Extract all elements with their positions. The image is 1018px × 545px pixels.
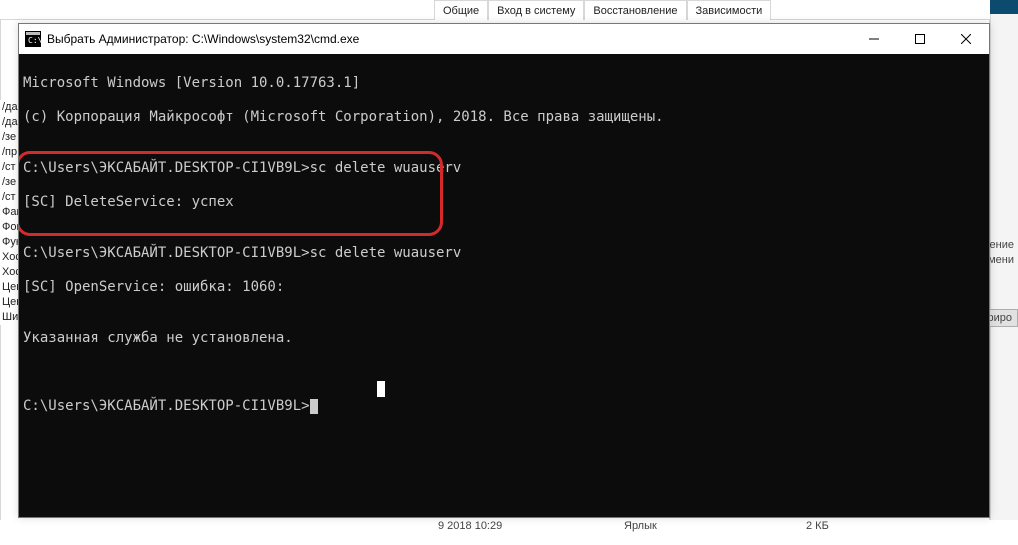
mouse-cursor-block: [377, 381, 385, 397]
tab-logon[interactable]: Вход в систему: [488, 0, 584, 20]
svg-text:C:\: C:\: [28, 36, 41, 45]
explorer-status-row: 9 2018 10:29 Ярлык 2 КБ: [0, 520, 1018, 542]
minimize-button[interactable]: [851, 24, 897, 54]
tab-dependencies[interactable]: Зависимости: [687, 0, 772, 20]
background-tabs: Общие Вход в систему Восстановление Зави…: [434, 0, 771, 20]
terminal-line: C:\Users\ЭКСАБАЙТ.DESKTOP-CI1VB9L>sc del…: [23, 160, 989, 177]
file-size: 2 КБ: [806, 520, 829, 532]
terminal-area[interactable]: Microsoft Windows [Version 10.0.17763.1]…: [19, 54, 989, 517]
terminal-line: C:\Users\ЭКСАБАЙТ.DESKTOP-CI1VB9L>sc del…: [23, 245, 989, 262]
terminal-line: [SC] DeleteService: успех: [23, 194, 989, 211]
terminal-line: (c) Корпорация Майкрософт (Microsoft Cor…: [23, 109, 989, 126]
file-type: Ярлык: [624, 520, 657, 532]
terminal-line: [SC] OpenService: ошибка: 1060:: [23, 279, 989, 296]
terminal-line: Указанная служба не установлена.: [23, 330, 989, 347]
bg-text-fragment: мени: [988, 254, 1014, 266]
cmd-window: C:\ Выбрать Администратор: C:\Windows\sy…: [18, 23, 990, 518]
tab-recovery[interactable]: Восстановление: [584, 0, 686, 20]
titlebar[interactable]: C:\ Выбрать Администратор: C:\Windows\sy…: [19, 24, 989, 54]
terminal-prompt: C:\Users\ЭКСАБАЙТ.DESKTOP-CI1VB9L>: [23, 398, 989, 415]
window-title: Выбрать Администратор: C:\Windows\system…: [47, 32, 359, 46]
file-date: 9 2018 10:29: [438, 520, 502, 532]
text-cursor: [310, 399, 318, 414]
cmd-icon: C:\: [25, 31, 41, 47]
terminal-line: Microsoft Windows [Version 10.0.17763.1]: [23, 75, 989, 92]
tab-general[interactable]: Общие: [434, 0, 488, 20]
close-button[interactable]: [943, 24, 989, 54]
maximize-button[interactable]: [897, 24, 943, 54]
